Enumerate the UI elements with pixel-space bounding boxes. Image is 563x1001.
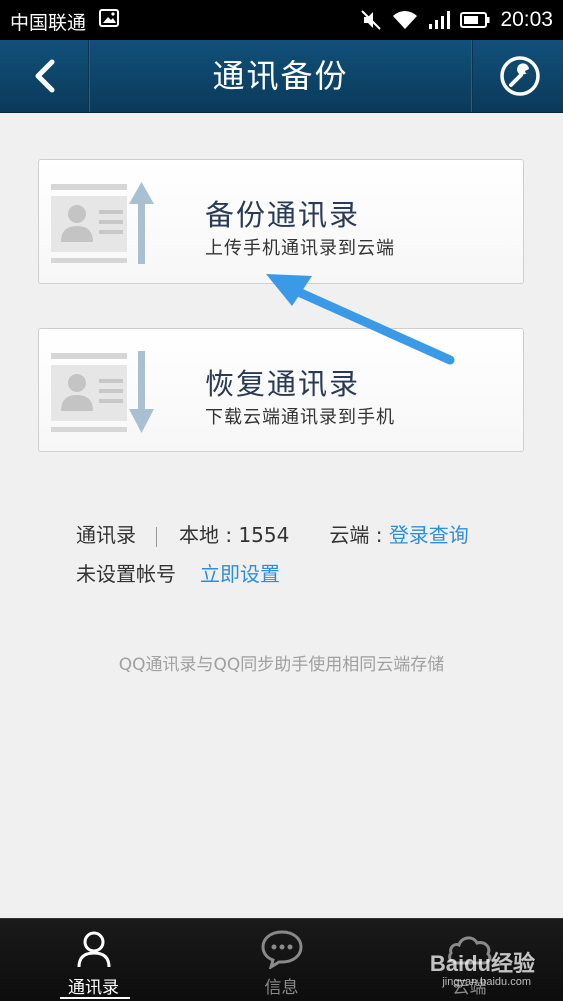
baidu-watermark-url: jingyan.baidu.com (442, 976, 531, 988)
tab-messages-label: 信息 (264, 978, 299, 998)
signal-icon (429, 11, 451, 29)
image-icon (99, 9, 119, 27)
battery-icon (460, 12, 490, 28)
setup-now-link[interactable]: 立即设置 (200, 562, 280, 586)
carrier-label: 中国联通 (10, 12, 87, 34)
chat-bubble-icon (260, 930, 303, 969)
active-tab-indicator (60, 997, 130, 999)
divider (156, 526, 157, 547)
tab-contacts-label: 通讯录 (68, 978, 119, 998)
storage-footnote: QQ通讯录与QQ同步助手使用相同云端存储 (118, 655, 445, 675)
tab-contacts[interactable]: 通讯录 (0, 919, 187, 1001)
restore-contacts-card[interactable]: 恢复通讯录 下载云端通讯录到手机 (38, 328, 524, 452)
title-bar: 通讯备份 (0, 40, 563, 113)
baidu-watermark: Baidu经验 (429, 951, 535, 976)
contact-upload-icon (51, 182, 154, 264)
local-count: 1554 (238, 523, 290, 547)
contacts-label: 通讯录 (76, 523, 136, 547)
settings-button[interactable] (472, 40, 563, 112)
status-bar: 中国联通 20:03 (0, 0, 563, 40)
local-label: 本地 : (179, 523, 239, 547)
restore-subtitle: 下载云端通讯录到手机 (205, 407, 395, 428)
page-title: 通讯备份 (212, 57, 349, 95)
back-arrow-icon (35, 59, 55, 93)
login-query-link[interactable]: 登录查询 (389, 523, 469, 547)
backup-title: 备份通讯录 (205, 198, 361, 232)
back-button[interactable] (0, 40, 89, 112)
contact-download-icon (51, 351, 154, 433)
wifi-icon (393, 11, 418, 29)
tab-messages[interactable]: 信息 (188, 919, 375, 1001)
backup-contacts-card[interactable]: 备份通讯录 上传手机通讯录到云端 (38, 159, 524, 284)
mute-icon (361, 10, 382, 30)
account-status-row: 未设置帐号 立即设置 (76, 558, 280, 587)
wrench-icon (500, 56, 540, 96)
contacts-status-row: 通讯录 本地 : 1554 云端 : 登录查询 (76, 519, 469, 548)
cloud-label: 云端 : (329, 523, 389, 547)
backup-subtitle: 上传手机通讯录到云端 (205, 238, 395, 259)
clock: 20:03 (500, 8, 553, 31)
restore-title: 恢复通讯录 (205, 367, 361, 401)
person-icon (77, 931, 110, 968)
account-status: 未设置帐号 (76, 562, 176, 586)
